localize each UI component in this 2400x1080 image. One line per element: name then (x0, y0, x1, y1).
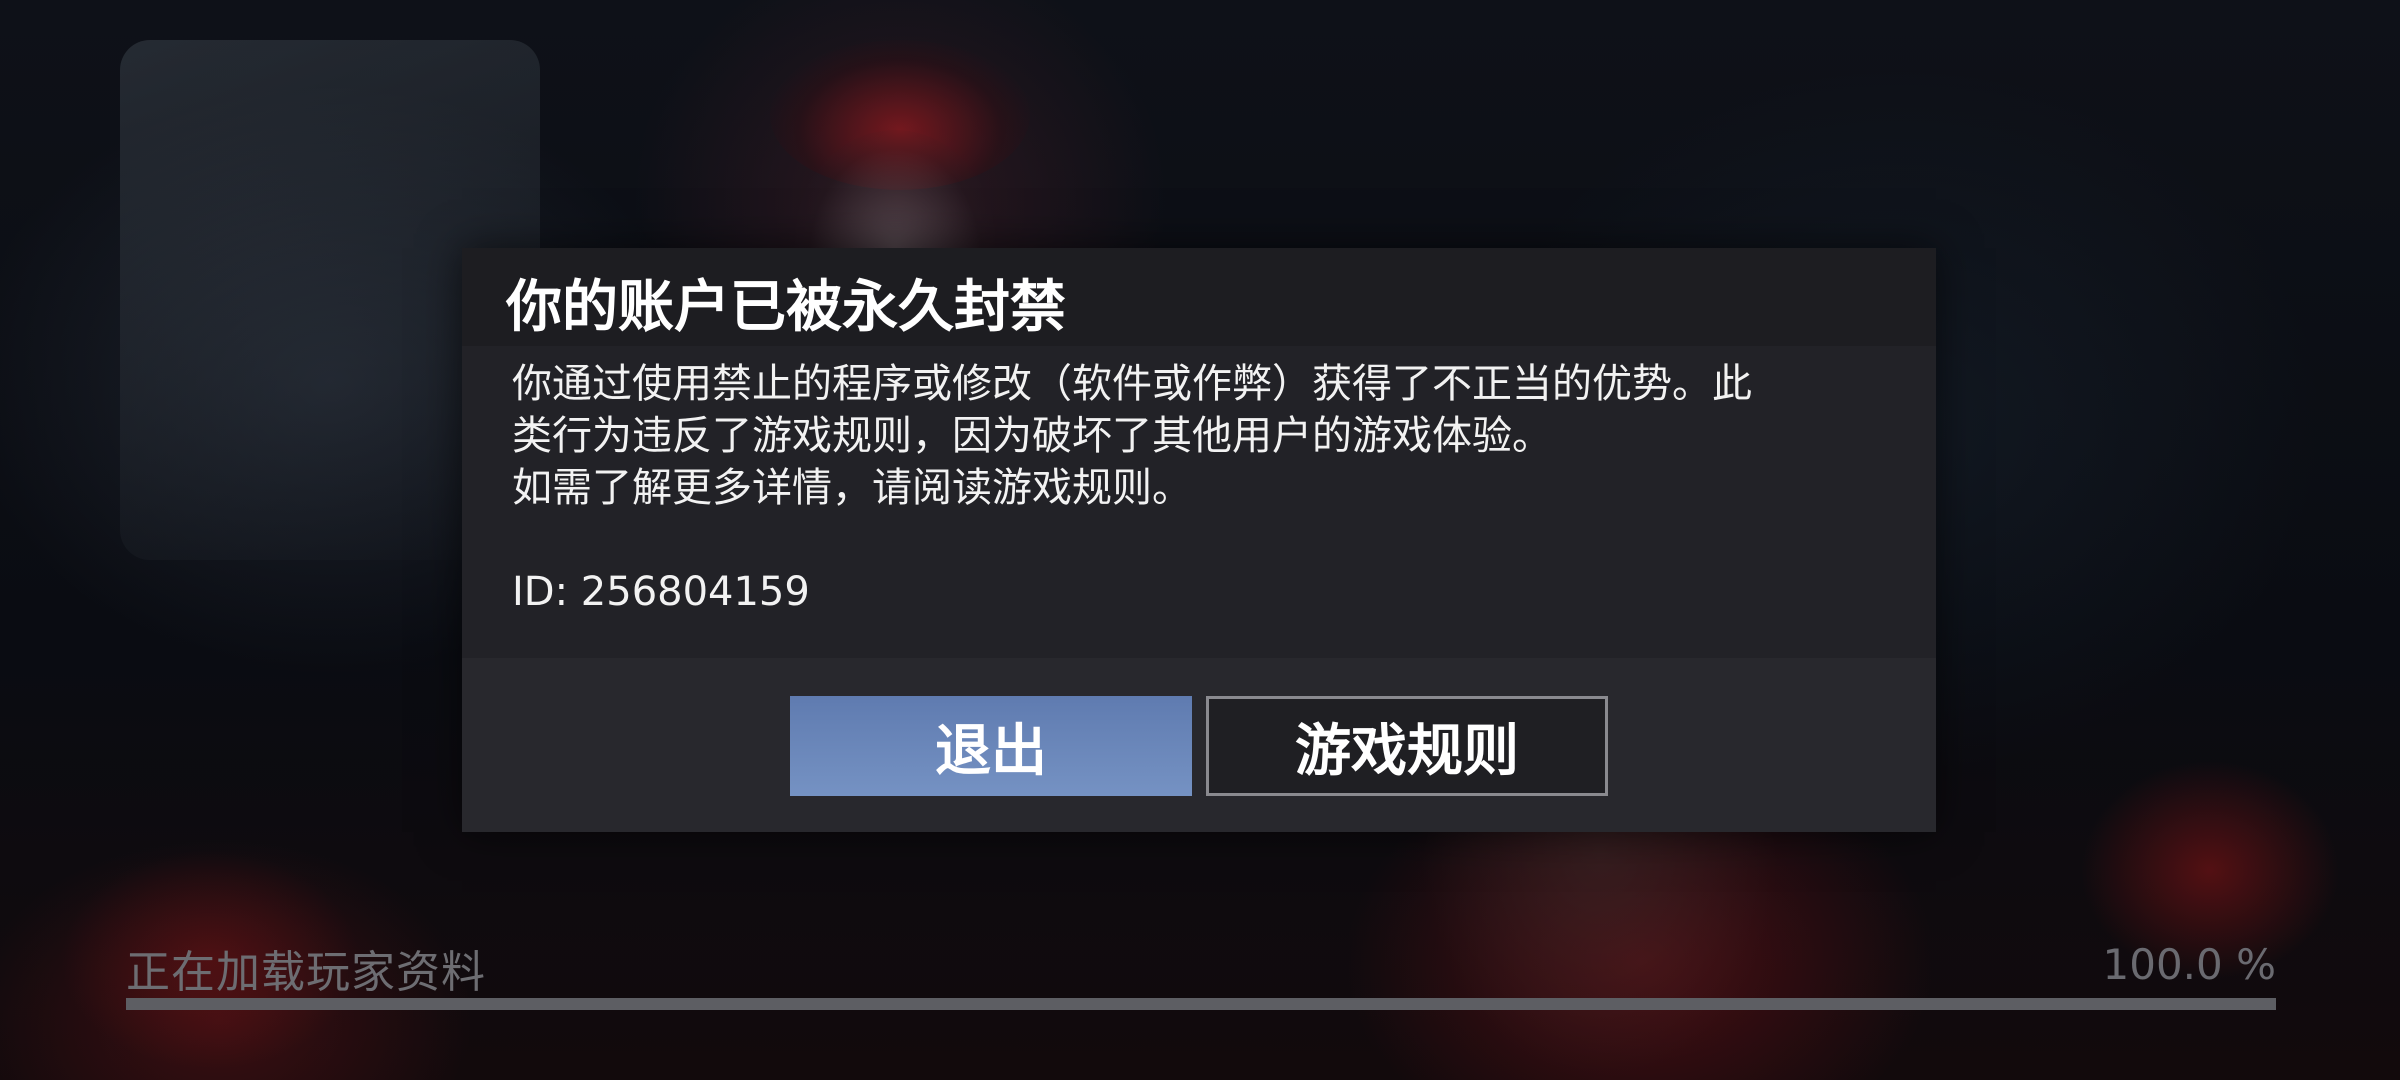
loading-label: 正在加载玩家资料 (126, 947, 486, 998)
account-id: ID: 256804159 (512, 569, 810, 615)
message-line: 你通过使用禁止的程序或修改（软件或作弊）获得了不正当的优势。此 (512, 361, 1752, 407)
dialog-title: 你的账户已被永久封禁 (506, 275, 1066, 340)
dialog-header: 你的账户已被永久封禁 (462, 248, 1936, 346)
dialog-footer: 退出 游戏规则 (462, 658, 1936, 832)
loading-progress-fill (126, 998, 2276, 1010)
message-line: 类行为违反了游戏规则，因为破坏了其他用户的游戏体验。 (512, 413, 1552, 459)
message-line: 如需了解更多详情，请阅读游戏规则。 (512, 465, 1192, 511)
loading-percent: 100.0 % (2102, 940, 2277, 989)
exit-button[interactable]: 退出 (790, 696, 1192, 796)
loading-progress-bar (126, 998, 2276, 1010)
game-rules-button[interactable]: 游戏规则 (1206, 696, 1608, 796)
ban-dialog: 你的账户已被永久封禁 你通过使用禁止的程序或修改（软件或作弊）获得了不正当的优势… (462, 248, 1936, 832)
dialog-body: 你通过使用禁止的程序或修改（软件或作弊）获得了不正当的优势。此 类行为违反了游戏… (512, 358, 1892, 618)
